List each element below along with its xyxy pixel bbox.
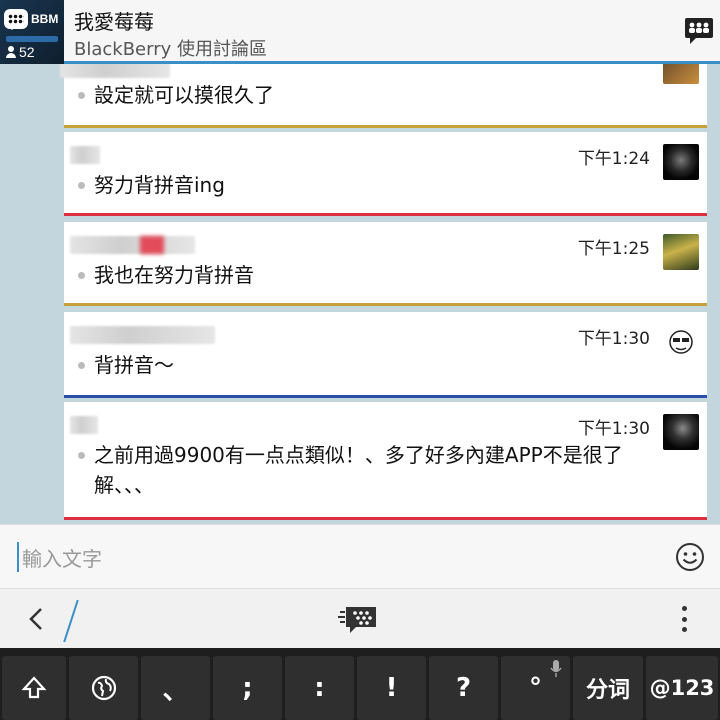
member-count-value: 52 bbox=[19, 44, 35, 60]
key-segment[interactable]: 分词 bbox=[573, 656, 643, 720]
sender-avatar[interactable] bbox=[663, 64, 699, 84]
person-icon bbox=[6, 46, 16, 58]
group-name: 我愛莓莓 bbox=[74, 10, 154, 34]
bbm-badge-label: BBM bbox=[31, 12, 59, 26]
menu-dot bbox=[681, 616, 687, 622]
chevron-left-icon[interactable] bbox=[22, 603, 52, 635]
message-time: 下午1:24 bbox=[577, 149, 650, 169]
sender-avatar[interactable] bbox=[663, 324, 699, 360]
message-bullet bbox=[78, 182, 85, 189]
message-item[interactable]: 下午1:24 努力背拼音ing bbox=[64, 132, 707, 216]
message-bullet bbox=[78, 272, 85, 279]
message-text: 努力背拼音ing bbox=[94, 173, 225, 197]
key-exclamation[interactable]: ! bbox=[357, 656, 426, 720]
shift-key[interactable] bbox=[2, 656, 66, 720]
key-question[interactable]: ? bbox=[429, 656, 498, 720]
message-input[interactable]: 輸入文字 bbox=[22, 543, 102, 572]
message-bullet bbox=[78, 92, 85, 99]
key-comma-cjk[interactable]: 、 bbox=[141, 656, 210, 720]
sender-avatar[interactable] bbox=[663, 144, 699, 180]
message-text: 背拼音〜 bbox=[94, 353, 174, 377]
key-numeric-toggle[interactable]: @123 bbox=[646, 656, 718, 720]
action-bar-separator bbox=[63, 599, 79, 643]
key-degree[interactable]: ° bbox=[501, 656, 570, 720]
message-time: 下午1:25 bbox=[577, 239, 650, 259]
globe-icon bbox=[91, 675, 116, 701]
message-item[interactable]: 下午1:25 我也在努力背拼音 bbox=[64, 222, 707, 306]
bbm-chat-icon[interactable] bbox=[338, 603, 380, 635]
message-bullet bbox=[78, 362, 85, 369]
keyboard: 、 ; : ! ? ° 分词 @123 bbox=[0, 648, 720, 720]
overflow-menu-icon[interactable] bbox=[674, 603, 694, 635]
key-semicolon[interactable]: ; bbox=[213, 656, 282, 720]
message-divider bbox=[64, 125, 707, 128]
sender-name-blurred bbox=[70, 236, 200, 254]
group-subtitle: BlackBerry 使用討論區 bbox=[74, 39, 267, 60]
key-degree-label: ° bbox=[529, 673, 542, 703]
sender-avatar[interactable] bbox=[663, 234, 699, 270]
message-text: 我也在努力背拼音 bbox=[94, 263, 254, 287]
smiley-icon[interactable] bbox=[674, 541, 706, 573]
sender-name-blurred bbox=[70, 146, 100, 164]
message-text: 之前用過9900有一点点類似！、多了好多內建APP不是很了解、、、 bbox=[94, 443, 623, 497]
message-divider bbox=[64, 213, 707, 216]
shift-icon bbox=[21, 676, 47, 699]
menu-dot bbox=[681, 606, 687, 611]
message-divider bbox=[64, 303, 707, 306]
message-time: 下午1:30 bbox=[577, 329, 650, 349]
sender-avatar[interactable] bbox=[663, 414, 699, 450]
chat-header: BBM 52 我愛莓莓 BlackBerry 使用討論區 bbox=[0, 0, 720, 64]
message-list[interactable]: 設定就可以摸很久了 下午1:24 努力背拼音ing 下午1:25 我也在努力背拼… bbox=[0, 64, 720, 524]
mic-icon bbox=[550, 660, 562, 677]
message-divider bbox=[64, 517, 707, 520]
text-cursor bbox=[17, 542, 19, 572]
message-item[interactable]: 設定就可以摸很久了 bbox=[60, 64, 707, 128]
sender-name-blurred bbox=[60, 64, 170, 78]
globe-key[interactable] bbox=[69, 656, 138, 720]
bbm-logo: BBM bbox=[4, 6, 62, 32]
bbm-bubble-icon bbox=[4, 9, 28, 30]
message-bullet bbox=[78, 452, 85, 459]
menu-dot bbox=[681, 627, 687, 632]
sender-name-blurred bbox=[70, 416, 98, 434]
group-chat-icon[interactable] bbox=[684, 16, 714, 46]
member-count: 52 bbox=[6, 44, 35, 60]
action-bar bbox=[0, 588, 720, 648]
message-text: 設定就可以摸很久了 bbox=[94, 83, 274, 107]
group-avatar-decoration bbox=[6, 36, 58, 42]
sender-name-blurred bbox=[70, 326, 215, 344]
group-avatar[interactable]: BBM 52 bbox=[0, 0, 64, 64]
message-item[interactable]: 下午1:30 背拼音〜 bbox=[64, 312, 707, 398]
message-item[interactable]: 下午1:30 之前用過9900有一点点類似！、多了好多內建APP不是很了解、、、 bbox=[64, 402, 707, 520]
message-time: 下午1:30 bbox=[577, 419, 650, 439]
key-colon[interactable]: : bbox=[285, 656, 354, 720]
message-composer: 輸入文字 bbox=[0, 524, 720, 588]
message-divider bbox=[64, 395, 707, 398]
